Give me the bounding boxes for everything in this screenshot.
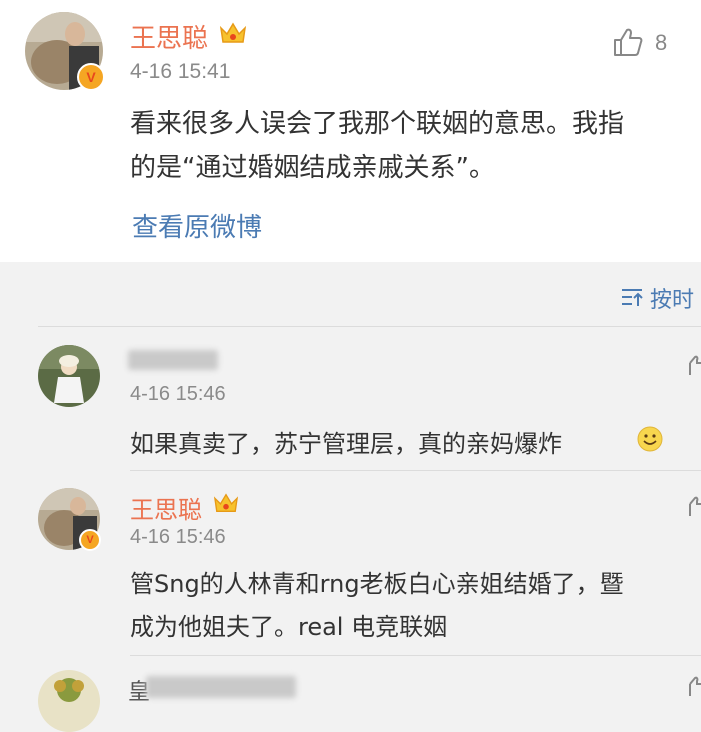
author-name[interactable]: 王思聪 [130, 18, 208, 55]
post-time: 4-16 15:41 [130, 60, 231, 83]
comment-avatar[interactable] [38, 345, 100, 407]
main-post: V 王思聪 4-16 15:41 8 看来很多人误会了我那个联姻的意思。我指 的… [0, 0, 701, 262]
verified-badge-icon: V [77, 63, 105, 91]
comment-like-icon[interactable] [688, 676, 701, 698]
divider [130, 655, 701, 656]
post-text-line-1: 看来很多人误会了我那个联姻的意思。我指 [130, 109, 625, 139]
sort-by-time-button[interactable]: 按时 [650, 282, 694, 314]
comment-avatar[interactable] [38, 670, 100, 732]
view-original-link[interactable]: 查看原微博 [132, 207, 262, 244]
avatar-photo [38, 345, 100, 407]
comment-author-name[interactable]: 王思聪 [130, 490, 202, 525]
divider [130, 470, 701, 471]
like-count: 8 [655, 30, 668, 55]
comment-like-icon[interactable] [688, 496, 701, 518]
comment-time: 4-16 15:46 [130, 383, 226, 405]
sort-icon[interactable] [620, 286, 644, 308]
avatar-photo [38, 670, 100, 732]
post-text-line-2: 的是“通过婚姻结成亲戚关系”。 [130, 153, 495, 183]
smile-emoji-icon [637, 426, 663, 452]
redacted-username [128, 350, 218, 370]
verified-badge-icon: V [79, 529, 101, 551]
vip-crown-icon [219, 22, 247, 43]
vip-crown-icon [213, 493, 239, 512]
comment-like-icon[interactable] [688, 355, 701, 377]
like-icon[interactable] [612, 27, 644, 57]
comment-text-line-1: 管Sng的人林青和rng老板白心亲姐结婚了，暨 [130, 570, 624, 598]
comment-time: 4-16 15:46 [130, 526, 226, 548]
divider [38, 326, 701, 327]
comment-text: 如果真卖了，苏宁管理层，真的亲妈爆炸 [130, 430, 562, 458]
redacted-username [146, 676, 296, 698]
comment-text-line-2: 成为他姐夫了。real 电竞联姻 [130, 613, 448, 641]
